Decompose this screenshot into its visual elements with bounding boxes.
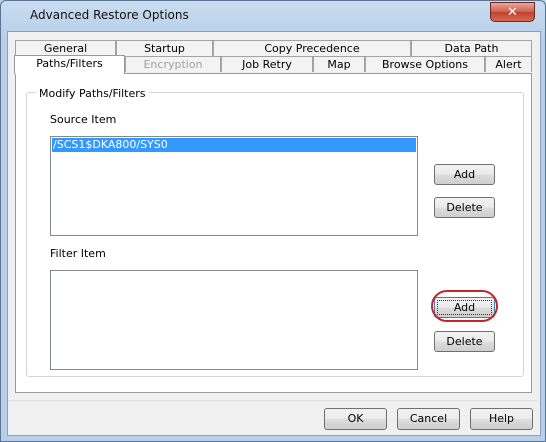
source-item-list[interactable]: /SCS1$DKA800/SYS0 <box>50 136 418 236</box>
cancel-button[interactable]: Cancel <box>397 408 460 430</box>
tab-job-retry[interactable]: Job Retry <box>221 56 313 72</box>
ok-button[interactable]: OK <box>324 408 387 430</box>
filter-item-label: Filter Item <box>50 247 106 260</box>
tab-browse-options[interactable]: Browse Options <box>365 56 485 72</box>
source-add-button[interactable]: Add <box>434 164 495 185</box>
tab-data-path[interactable]: Data Path <box>411 40 532 56</box>
source-item-label: Source Item <box>50 113 117 126</box>
help-button[interactable]: Help <box>470 408 533 430</box>
group-label: Modify Paths/Filters <box>36 87 149 100</box>
highlight-annotation <box>431 290 498 322</box>
tab-alert[interactable]: Alert <box>485 56 532 72</box>
filter-item-list[interactable] <box>50 270 418 370</box>
dialog-client-area: General Startup Copy Precedence Data Pat… <box>7 31 541 436</box>
tab-startup[interactable]: Startup <box>116 40 213 56</box>
advanced-restore-options-window: Advanced Restore Options ✕ General Start… <box>0 0 546 442</box>
tab-paths-filters[interactable]: Paths/Filters <box>14 55 125 74</box>
tab-map[interactable]: Map <box>313 56 365 72</box>
list-item[interactable]: /SCS1$DKA800/SYS0 <box>52 138 416 152</box>
window-title: Advanced Restore Options <box>30 8 189 22</box>
title-bar[interactable]: Advanced Restore Options ✕ <box>1 1 545 31</box>
source-delete-button[interactable]: Delete <box>434 197 495 218</box>
footer-divider <box>8 400 538 401</box>
tab-general[interactable]: General <box>15 40 116 56</box>
close-icon: ✕ <box>507 4 518 20</box>
tab-encryption: Encryption <box>125 56 221 72</box>
filter-delete-button[interactable]: Delete <box>434 331 495 352</box>
close-button[interactable]: ✕ <box>490 2 535 22</box>
tab-copy-precedence[interactable]: Copy Precedence <box>213 40 411 56</box>
